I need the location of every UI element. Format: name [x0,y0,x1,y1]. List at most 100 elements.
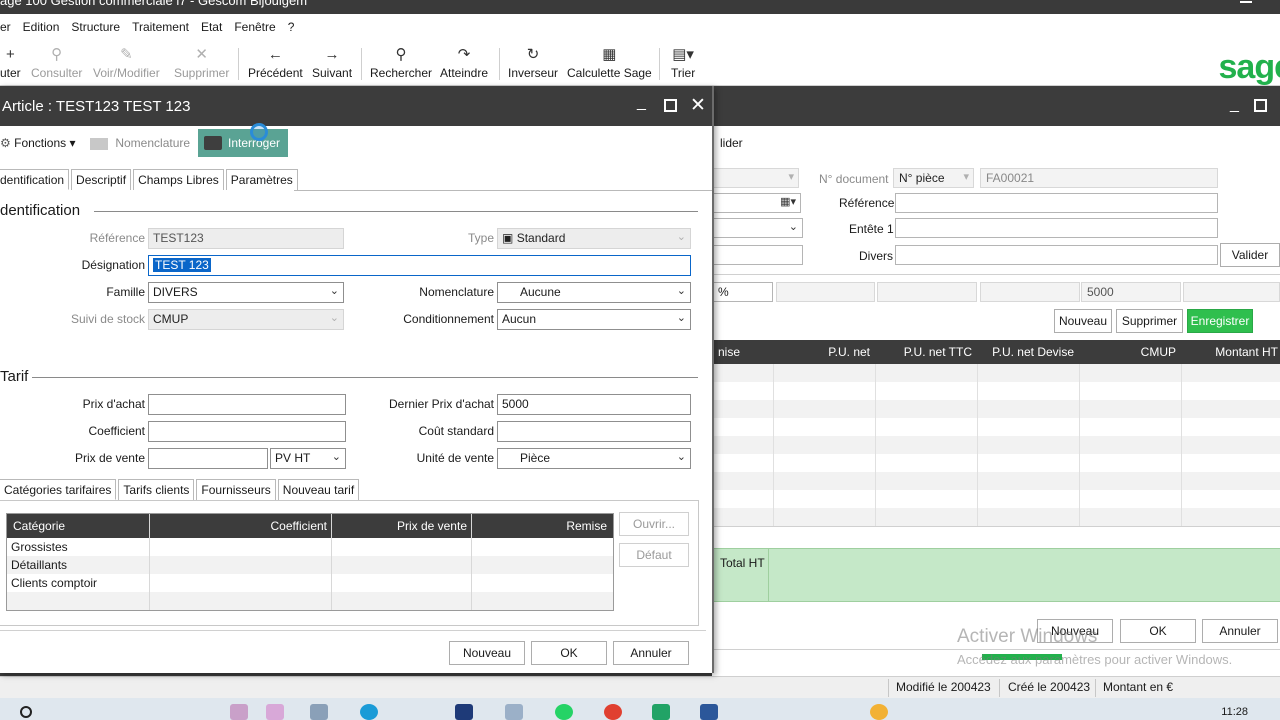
menu-help[interactable]: ? [282,20,301,34]
doc-select-2[interactable]: ▦▾ [712,193,801,213]
weather-icon[interactable] [870,704,888,720]
app-icon[interactable] [505,704,523,720]
doc-ok-button[interactable]: OK [1120,619,1196,643]
table-row[interactable] [712,400,1280,418]
table-row[interactable] [712,436,1280,454]
nouveau-line-button[interactable]: Nouveau [1054,309,1112,333]
menu-traitement[interactable]: Traitement [126,20,195,34]
n-document-field[interactable]: FA00021 [980,168,1218,188]
designation-field[interactable]: TEST 123 [148,255,691,276]
type-select[interactable]: ▣ Standard ⌄ [497,228,691,249]
col-pu-ttc: P.U. net TTC [903,345,972,359]
refresh-icon: ↻ [526,46,540,63]
supprimer-button[interactable]: ✕ Supprimer [174,46,229,80]
supprimer-line-button[interactable]: Supprimer [1116,309,1183,333]
fonctions-menu[interactable]: ⚙ Fonctions ▾ [0,136,76,150]
nomenclature-button[interactable]: Nomenclature [90,136,190,150]
app-icon[interactable] [230,704,248,720]
defaut-button[interactable]: Défaut [619,543,689,567]
divers-field[interactable] [895,245,1218,265]
table-row[interactable] [7,592,613,610]
menu-fichier[interactable]: er [0,20,17,34]
n-piece-select[interactable]: N° pièce ▾ [893,168,974,188]
ouvrir-button[interactable]: Ouvrir... [619,512,689,536]
precedent-button[interactable]: ← Précédent [248,46,303,80]
tab-nouveau-tarif[interactable]: Nouveau tarif [277,479,360,500]
tab-fournisseurs[interactable]: Fournisseurs [196,479,276,500]
pv-mode-select[interactable]: PV HT ⌄ [270,448,346,469]
famille-select[interactable]: DIVERS ⌄ [148,282,344,303]
add-button[interactable]: + uter [0,46,21,80]
table-row[interactable] [712,454,1280,472]
pct-field[interactable]: % [712,282,773,302]
table-row[interactable]: Grossistes [7,538,613,556]
table-row[interactable] [712,508,1280,526]
table-row[interactable] [712,364,1280,382]
coefficient-field[interactable] [148,421,346,442]
doc-field-4[interactable] [712,245,803,265]
trier-button[interactable]: ▤▾ Trier [671,46,695,80]
reference-field[interactable] [895,193,1218,213]
nouveau-button[interactable]: Nouveau [449,641,525,665]
ok-button[interactable]: OK [531,641,607,665]
tab-parametres[interactable]: Paramètres [225,169,298,190]
app-icon[interactable] [266,704,284,720]
conditionnement-select[interactable]: Aucun ⌄ [497,309,691,330]
horizontal-scrollbar[interactable] [712,526,1280,540]
doc-annuler-button[interactable]: Annuler [1202,619,1278,643]
menu-fenetre[interactable]: Fenêtre [228,20,281,34]
annuler-button[interactable]: Annuler [613,641,689,665]
voir-modifier-button[interactable]: ✎ Voir/Modifier [93,46,160,80]
taskbar-clock[interactable]: 11:28 [1221,706,1248,718]
maximize-icon[interactable] [664,99,677,112]
whatsapp-icon[interactable] [555,704,573,720]
edge-icon[interactable] [360,704,378,720]
calculette-button[interactable]: ▦ Calculette Sage [567,46,652,80]
consulter-button[interactable]: ⚲ Consulter [31,46,82,80]
minimize-icon[interactable]: _ [1230,96,1239,114]
table-row[interactable] [712,382,1280,400]
rechercher-button[interactable]: ⚲ Rechercher [370,46,432,80]
table-row[interactable] [712,472,1280,490]
tab-tarifs-clients[interactable]: Tarifs clients [118,479,195,500]
tab-champs-libres[interactable]: Champs Libres [133,169,224,190]
table-row[interactable]: Détaillants [7,556,613,574]
suivant-button[interactable]: → Suivant [312,46,352,80]
excel-icon[interactable] [652,704,670,720]
word-icon[interactable] [700,704,718,720]
nomenclature-select[interactable]: Aucune ⌄ [497,282,691,303]
table-row[interactable]: Clients comptoir [7,574,613,592]
prix-vente-field[interactable] [148,448,268,469]
table-row[interactable] [712,490,1280,508]
table-row[interactable] [712,418,1280,436]
search-icon[interactable] [20,706,32,718]
valider-top[interactable]: lider [720,136,743,150]
menu-structure[interactable]: Structure [65,20,126,34]
menu-edition[interactable]: Edition [17,20,66,34]
atteindre-button[interactable]: ↷ Atteindre [440,46,488,80]
entete-field[interactable] [895,218,1218,238]
cout-standard-field[interactable] [497,421,691,442]
tab-identification[interactable]: dentification [0,169,70,190]
doc-type-select[interactable]: ▾ [712,168,799,188]
minimize-icon[interactable] [1240,1,1252,3]
suivi-stock-select[interactable]: CMUP ⌄ [148,309,344,330]
unite-vente-select[interactable]: Pièce ⌄ [497,448,691,469]
minimize-icon[interactable]: _ [637,94,646,112]
prix-achat-field[interactable] [148,394,346,415]
inverseur-button[interactable]: ↻ Inverseur [508,46,558,80]
valider-button[interactable]: Valider [1220,243,1280,267]
maximize-icon[interactable] [1254,99,1267,112]
dernier-prix-field[interactable]: 5000 [497,394,691,415]
menu-etat[interactable]: Etat [195,20,228,34]
interroger-button[interactable]: Interroger [198,129,288,157]
close-icon[interactable]: ✕ [690,94,706,117]
task-view-icon[interactable] [310,704,328,720]
chrome-icon[interactable] [604,704,622,720]
enregistrer-button[interactable]: Enregistrer [1187,309,1253,333]
doc-select-3[interactable]: ⌄ [712,218,803,238]
tab-descriptif[interactable]: Descriptif [71,169,132,190]
reference-field[interactable]: TEST123 [148,228,344,249]
app-icon[interactable] [455,704,473,720]
tab-categories-tarifaires[interactable]: Catégories tarifaires [0,479,117,500]
